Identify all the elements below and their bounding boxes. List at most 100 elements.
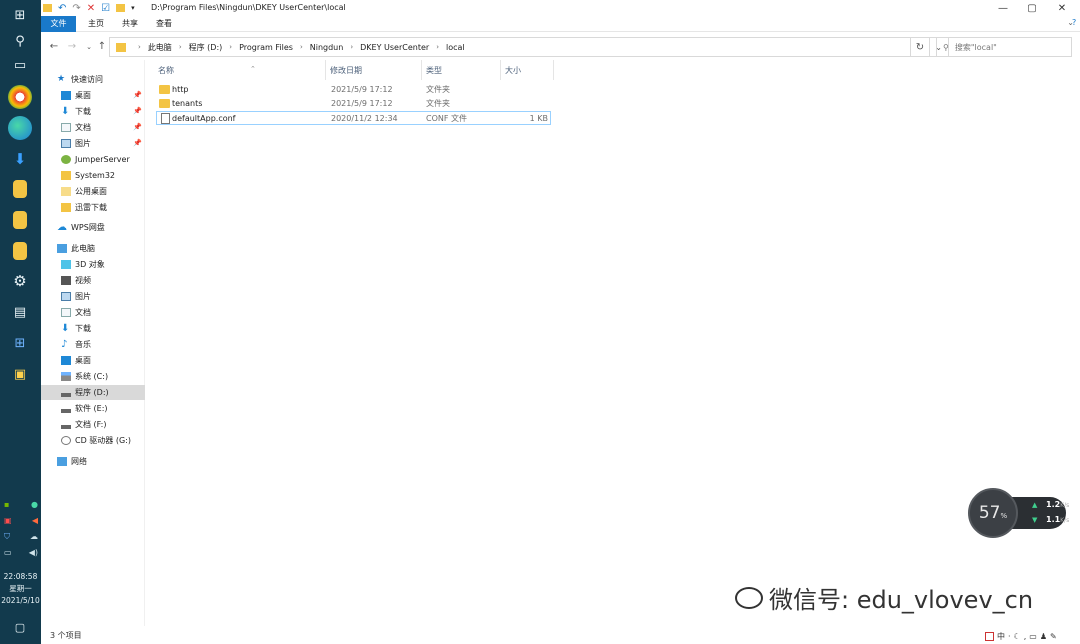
nav-pinned-pictures[interactable]: 图片 📌 bbox=[41, 136, 145, 151]
column-divider[interactable] bbox=[421, 60, 422, 80]
flag-icon[interactable]: ◀ bbox=[32, 516, 38, 525]
refresh-icon[interactable]: ↻ bbox=[910, 37, 930, 57]
edge-icon[interactable] bbox=[8, 116, 32, 140]
nav-this-pc[interactable]: 此电脑 bbox=[41, 241, 145, 256]
tab-file[interactable]: 文件 bbox=[41, 16, 76, 32]
breadcrumb-local[interactable]: local bbox=[446, 43, 465, 52]
column-divider[interactable] bbox=[500, 60, 501, 80]
properties-icon[interactable]: ☑ bbox=[101, 3, 110, 14]
network-speed-widget[interactable]: ▲ 1.2K/s ▼ 1.1K/s 57% bbox=[968, 488, 1069, 538]
close-button[interactable]: ✕ bbox=[1047, 0, 1077, 16]
undo-icon[interactable]: ↶ bbox=[58, 3, 66, 14]
nav-pinned-desktop[interactable]: 桌面 📌 bbox=[41, 88, 145, 103]
address-bar[interactable]: › 此电脑 › 程序 (D:) › Program Files › Ningdun › D… bbox=[109, 37, 949, 57]
nav-recent-system32[interactable]: System32 bbox=[41, 168, 145, 183]
ime-toolbar[interactable]: 中 · ☾ , ▭ ♟ ✎ bbox=[985, 630, 1065, 642]
recent-locations-chevron-icon[interactable]: ⌄ bbox=[82, 39, 96, 55]
column-header-modified[interactable]: 修改日期 bbox=[330, 64, 420, 78]
nav-drive-e[interactable]: 软件 (E:) bbox=[41, 401, 145, 416]
minimize-button[interactable]: — bbox=[988, 0, 1018, 16]
pin-icon[interactable]: 📌 bbox=[133, 107, 142, 115]
chrome-icon[interactable] bbox=[8, 85, 32, 109]
nav-music[interactable]: ♪ 音乐 bbox=[41, 337, 145, 352]
maximize-button[interactable]: ▢ bbox=[1017, 0, 1047, 16]
nav-cd-drive-g[interactable]: CD 驱动器 (G:) bbox=[41, 433, 145, 448]
breadcrumb-dkey-usercenter[interactable]: DKEY UserCenter bbox=[360, 43, 429, 52]
notification-icon[interactable]: ▢ bbox=[6, 614, 34, 640]
keyboard-icon[interactable]: ▭ bbox=[1029, 632, 1037, 641]
breadcrumb-program-files[interactable]: Program Files bbox=[239, 43, 293, 52]
security-icon[interactable]: ▣ bbox=[4, 516, 12, 525]
docker-icon[interactable]: ☁ bbox=[30, 532, 38, 542]
delete-icon[interactable]: ✕ bbox=[87, 3, 95, 14]
file-row[interactable]: defaultApp.conf 2020/11/2 12:34 CONF 文件 … bbox=[156, 111, 551, 125]
nav-pictures[interactable]: 图片 bbox=[41, 289, 145, 304]
nav-recent-xunlei[interactable]: 迅雷下载 bbox=[41, 200, 145, 215]
admin-tool-icon[interactable]: ▣ bbox=[6, 361, 34, 387]
task-view-icon[interactable]: ▭ bbox=[6, 52, 34, 78]
up-arrow-icon[interactable]: ↑ bbox=[95, 39, 109, 55]
nav-pinned-downloads[interactable]: ⬇ 下载 📌 bbox=[41, 104, 145, 119]
download-app-icon[interactable]: ⬇ bbox=[6, 146, 34, 172]
nav-drive-f[interactable]: 文档 (F:) bbox=[41, 417, 145, 432]
help-icon[interactable]: ? bbox=[1072, 18, 1080, 27]
nav-desktop[interactable]: 桌面 bbox=[41, 353, 145, 368]
nav-3d-objects[interactable]: 3D 对象 bbox=[41, 257, 145, 272]
column-header-name[interactable]: 名称 ⌃ bbox=[158, 64, 318, 78]
search-input[interactable]: ⚲ 搜索"local" bbox=[936, 37, 1072, 57]
ime-mode[interactable]: 中 bbox=[997, 631, 1005, 642]
nav-drive-c[interactable]: 系统 (C:) bbox=[41, 369, 145, 384]
nav-recent-public-desktop[interactable]: 公用桌面 bbox=[41, 184, 145, 199]
file-explorer-icon[interactable] bbox=[13, 180, 27, 198]
nav-drive-d[interactable]: 程序 (D:) bbox=[41, 385, 145, 400]
punctuation-icon[interactable]: · bbox=[1008, 632, 1011, 641]
nav-recent-jumperserver[interactable]: JumperServer bbox=[41, 152, 145, 167]
start-windows-icon[interactable]: ⊞ bbox=[6, 2, 34, 28]
ime-logo-icon[interactable] bbox=[985, 631, 994, 641]
column-header-size[interactable]: 大小 bbox=[505, 64, 550, 78]
clock-time[interactable]: 22:08:58 bbox=[0, 571, 41, 582]
pin-icon[interactable]: 📌 bbox=[133, 91, 142, 99]
moon-icon[interactable]: ☾ bbox=[1014, 632, 1021, 641]
nav-downloads[interactable]: ⬇ 下载 bbox=[41, 321, 145, 336]
file-row[interactable]: tenants 2021/5/9 17:12 文件夹 bbox=[156, 97, 551, 111]
tools-wrench-icon[interactable]: ✎ bbox=[1050, 632, 1057, 641]
breadcrumb-this-pc[interactable]: 此电脑 bbox=[148, 42, 172, 53]
pin-icon[interactable]: 📌 bbox=[133, 123, 142, 131]
comma-icon[interactable]: , bbox=[1024, 632, 1027, 641]
nvidia-icon[interactable]: ▪ bbox=[4, 500, 9, 509]
tab-view[interactable]: 查看 bbox=[150, 16, 178, 32]
nav-documents[interactable]: 文档 bbox=[41, 305, 145, 320]
tab-share[interactable]: 共享 bbox=[116, 16, 144, 32]
nav-quick-access[interactable]: ★ 快速访问 bbox=[41, 72, 145, 87]
server-app-icon[interactable]: ▤ bbox=[6, 299, 34, 325]
back-arrow-icon[interactable]: ← bbox=[47, 39, 61, 55]
nav-videos[interactable]: 视频 bbox=[41, 273, 145, 288]
network-status-icon[interactable]: ▭ bbox=[4, 548, 12, 557]
search-icon[interactable]: ⚲ bbox=[6, 28, 34, 54]
file-row[interactable]: http 2021/5/9 17:12 文件夹 bbox=[156, 83, 551, 97]
pin-icon[interactable]: 📌 bbox=[133, 139, 142, 147]
column-divider[interactable] bbox=[325, 60, 326, 80]
nav-pinned-documents[interactable]: 文档 📌 bbox=[41, 120, 145, 135]
breadcrumb-ningdun[interactable]: Ningdun bbox=[310, 43, 344, 52]
nav-network[interactable]: 网络 bbox=[41, 454, 145, 469]
shield-icon[interactable]: ⛉ bbox=[4, 532, 10, 542]
tab-home[interactable]: 主页 bbox=[82, 16, 110, 32]
network-app-icon[interactable]: ⊞ bbox=[6, 330, 34, 356]
new-folder-icon[interactable] bbox=[116, 4, 126, 12]
breadcrumb-drive-d[interactable]: 程序 (D:) bbox=[189, 42, 223, 53]
redo-icon[interactable]: ↷ bbox=[72, 3, 80, 14]
volume-icon[interactable]: ◀) bbox=[29, 548, 38, 557]
edge-tray-icon[interactable]: ● bbox=[31, 500, 38, 509]
column-divider[interactable] bbox=[553, 60, 554, 80]
column-header-type[interactable]: 类型 bbox=[426, 64, 496, 78]
forward-arrow-icon[interactable]: → bbox=[65, 39, 79, 55]
customize-dropdown-icon[interactable]: ▾ bbox=[131, 4, 135, 12]
nav-wps-cloud[interactable]: ☁ WPS网盘 bbox=[41, 220, 145, 235]
clock-weekday[interactable]: 星期一 bbox=[0, 583, 41, 594]
settings-gear-icon[interactable]: ⚙ bbox=[6, 268, 34, 294]
file-explorer-window-icon[interactable] bbox=[13, 242, 27, 260]
user-icon[interactable]: ♟ bbox=[1040, 632, 1047, 641]
clock-date[interactable]: 2021/5/10 bbox=[0, 595, 41, 606]
